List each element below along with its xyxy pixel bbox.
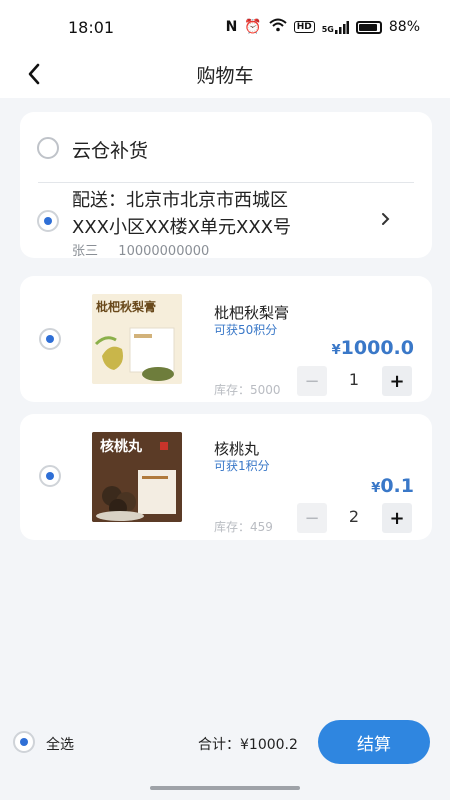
cloud-option-label[interactable]: 云仓补货 bbox=[72, 136, 148, 163]
alarm-icon: ⏰ bbox=[244, 19, 262, 35]
product-stock: 库存：459 bbox=[214, 520, 273, 534]
product-name[interactable]: 枇杷秋梨膏 bbox=[214, 302, 289, 323]
delivery-option-radio[interactable] bbox=[37, 210, 59, 232]
contact-phone: 10000000000 bbox=[118, 244, 210, 259]
cloud-option-radio[interactable] bbox=[37, 137, 59, 159]
contact-name: 张三 bbox=[72, 244, 99, 259]
cart-item: 核桃丸 核桃丸 可获1积分 ¥0.1 库存：459 − 2 + bbox=[20, 414, 432, 540]
battery-icon bbox=[355, 20, 382, 34]
battery-level: 88% bbox=[388, 19, 420, 35]
status-time: 18:01 bbox=[68, 18, 115, 37]
cart-item: 枇杷秋梨膏 枇杷秋梨膏 可获50积分 ¥1000.0 库存：5000 − 1 + bbox=[20, 276, 432, 402]
signal-icon: 5G bbox=[321, 20, 349, 34]
nfc-icon: N bbox=[225, 19, 238, 35]
select-all-label[interactable]: 全选 bbox=[46, 734, 74, 754]
price-symbol: ¥ bbox=[331, 343, 341, 358]
chevron-right-icon[interactable] bbox=[380, 210, 392, 228]
signal-label: 5G bbox=[321, 24, 334, 34]
select-all-radio[interactable] bbox=[13, 731, 35, 753]
product-price: ¥1000.0 bbox=[332, 337, 414, 359]
quantity-decrease-button[interactable]: − bbox=[297, 503, 327, 533]
total-amount: 合计：¥1000.2 bbox=[198, 737, 298, 753]
product-image[interactable]: 枇杷秋梨膏 bbox=[92, 294, 182, 384]
quantity-increase-button[interactable]: + bbox=[382, 503, 412, 533]
quantity-value[interactable]: 1 bbox=[334, 370, 374, 389]
nav-bar: 购物车 bbox=[0, 50, 450, 98]
product-points: 可获1积分 bbox=[214, 459, 270, 473]
product-price: ¥0.1 bbox=[371, 475, 414, 497]
status-bar: 18:01 N ⏰ HD 5G 88% bbox=[0, 0, 450, 50]
address-line-2[interactable]: XXX小区XX楼X单元XXX号 bbox=[72, 213, 291, 239]
contact-info: 张三 10000000000 bbox=[72, 240, 209, 259]
quantity-value[interactable]: 2 bbox=[334, 507, 374, 526]
item-select-radio[interactable] bbox=[39, 465, 61, 487]
wifi-icon bbox=[269, 18, 287, 36]
hd-icon: HD bbox=[293, 21, 315, 33]
price-symbol: ¥ bbox=[371, 481, 381, 496]
quantity-increase-button[interactable]: + bbox=[382, 366, 412, 396]
item-select-radio[interactable] bbox=[39, 328, 61, 350]
status-icons: N ⏰ HD 5G 88% bbox=[226, 18, 420, 36]
page-title: 购物车 bbox=[196, 65, 254, 87]
checkout-bar: 全选 合计：¥1000.2 结算 bbox=[0, 700, 450, 800]
home-indicator[interactable] bbox=[150, 786, 300, 790]
product-image-title: 枇杷秋梨膏 bbox=[96, 300, 157, 314]
product-stock: 库存：5000 bbox=[214, 383, 281, 397]
checkout-button[interactable]: 结算 bbox=[318, 720, 430, 764]
price-amount: 0.1 bbox=[380, 475, 414, 497]
price-amount: 1000.0 bbox=[340, 337, 414, 359]
delivery-card: 云仓补货 配送：北京市北京市西城区 XXX小区XX楼X单元XXX号 张三 100… bbox=[20, 112, 432, 259]
divider bbox=[38, 182, 414, 183]
product-image-title: 核桃丸 bbox=[100, 439, 142, 455]
address-line-1[interactable]: 配送：北京市北京市西城区 bbox=[72, 186, 288, 212]
product-points: 可获50积分 bbox=[214, 323, 278, 337]
product-name[interactable]: 核桃丸 bbox=[214, 438, 259, 459]
quantity-decrease-button[interactable]: − bbox=[297, 366, 327, 396]
product-image[interactable]: 核桃丸 bbox=[92, 432, 182, 522]
